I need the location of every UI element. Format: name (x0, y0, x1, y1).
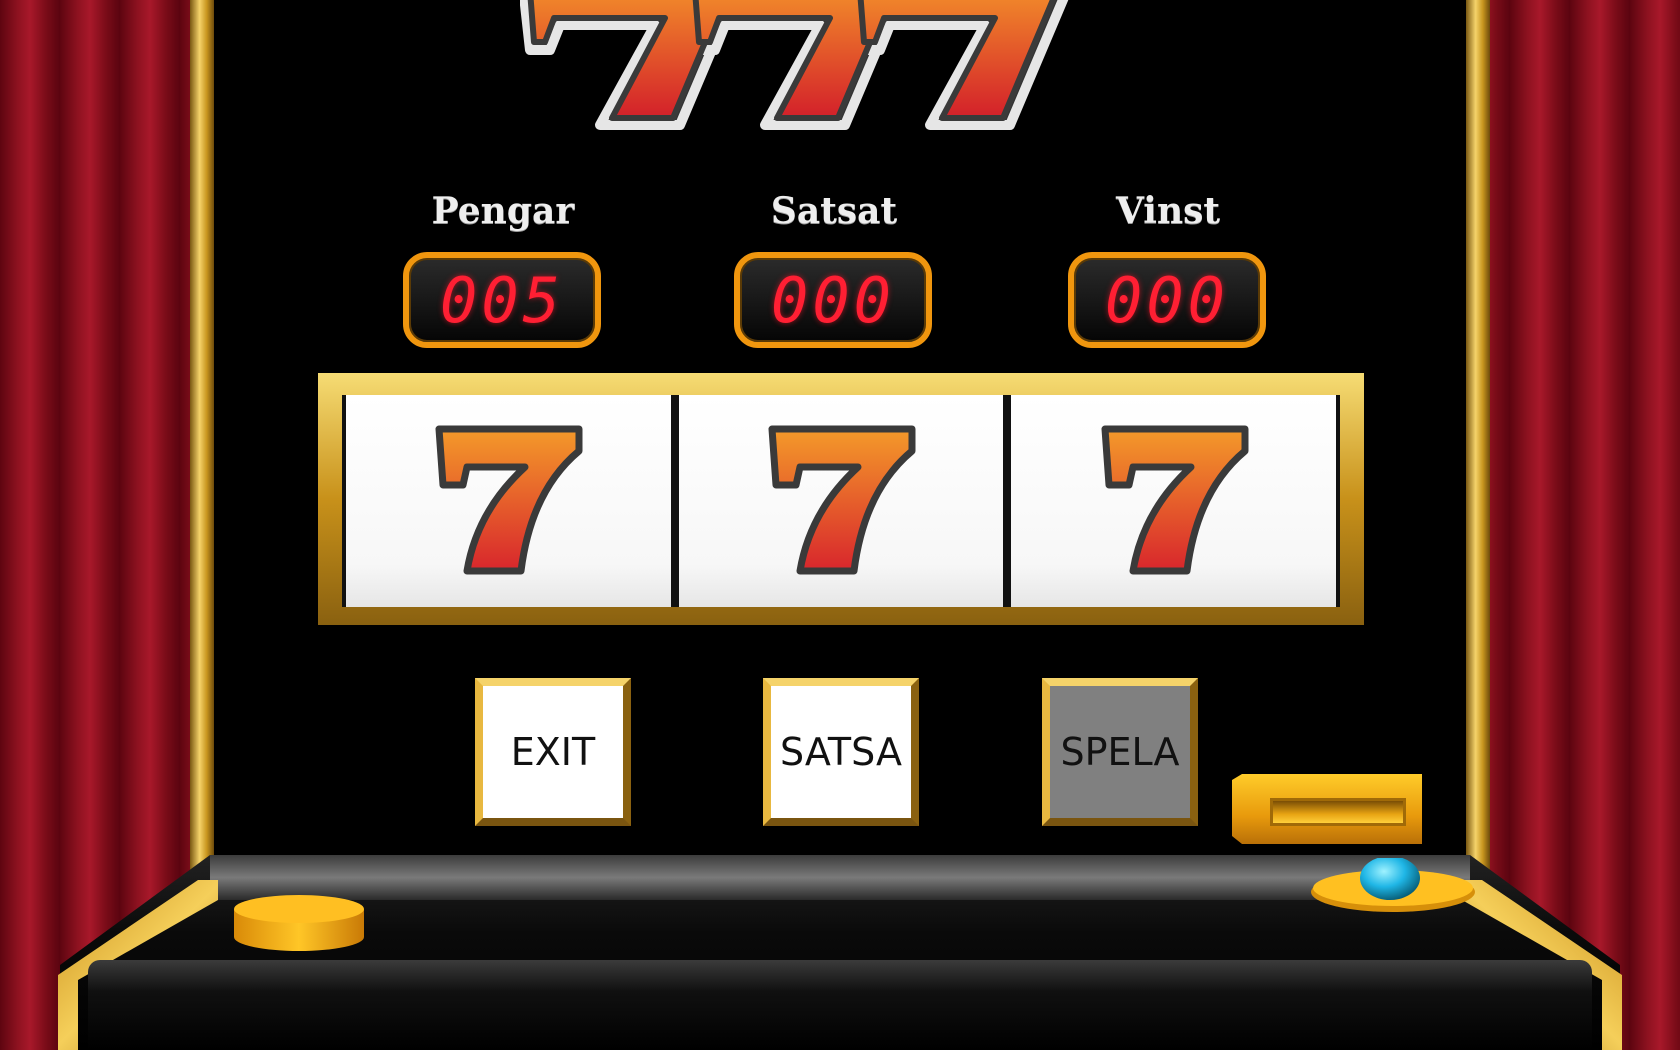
slot-machine-scene: Pengar 005 Satsat 000 Vinst 000 7 (0, 0, 1680, 1050)
seven-icon (768, 425, 916, 575)
reel-2: 7 (678, 395, 1004, 607)
seven-icon (435, 425, 583, 575)
seven-icon (1101, 425, 1249, 575)
reel-1: 7 (346, 395, 671, 607)
ledge-top-strip (210, 855, 1470, 900)
satsa-button[interactable]: SATSA (763, 678, 919, 826)
coin-icon[interactable] (232, 893, 366, 953)
reel-window: 7 7 (342, 395, 1340, 607)
coin-slot-opening (1270, 798, 1406, 826)
lever-knob-icon[interactable] (1310, 858, 1476, 920)
cabinet-post-left (190, 0, 214, 870)
bet-counter: 000 (734, 252, 932, 348)
reel-frame: 7 7 (318, 373, 1364, 625)
money-counter: 005 (403, 252, 601, 348)
reel-3: 7 (1011, 395, 1337, 607)
win-counter: 000 (1068, 252, 1266, 348)
bet-label: Satsat (770, 190, 898, 232)
spela-button[interactable]: SPELA (1042, 678, 1198, 826)
exit-button[interactable]: EXIT (475, 678, 631, 826)
triple-seven-logo-icon (520, 0, 1069, 130)
money-label: Pengar (431, 190, 575, 232)
win-label: Vinst (1115, 190, 1221, 232)
ledge-front (88, 960, 1592, 1050)
cabinet-post-right (1466, 0, 1490, 870)
coin-slot[interactable] (1232, 774, 1422, 844)
